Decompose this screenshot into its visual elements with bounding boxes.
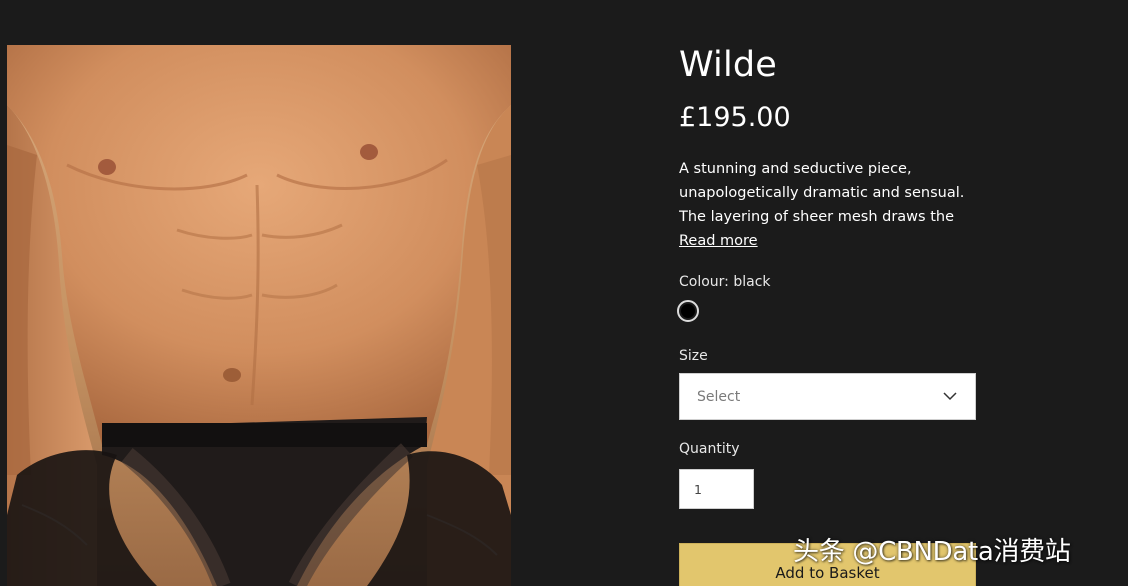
read-more-link[interactable]: Read more	[679, 230, 758, 252]
product-title: Wilde	[679, 45, 778, 85]
colour-swatch-black[interactable]	[677, 300, 699, 322]
chevron-down-icon	[943, 392, 957, 401]
product-price: £195.00	[679, 102, 791, 133]
product-details: Wilde £195.00 A stunning and seductive p…	[677, 0, 979, 586]
quantity-input[interactable]	[679, 469, 754, 509]
quantity-label: Quantity	[679, 441, 740, 457]
size-select-value: Select	[697, 389, 741, 405]
colour-label: Colour: black	[679, 274, 771, 290]
size-select[interactable]: Select	[679, 373, 976, 420]
swatch-fill	[681, 304, 695, 318]
product-image[interactable]	[7, 45, 511, 586]
product-page: Wilde £195.00 A stunning and seductive p…	[0, 0, 1128, 586]
product-description: A stunning and seductive piece, unapolog…	[679, 161, 965, 225]
watermark: 头条 @CBNData消费站	[793, 537, 1071, 567]
product-photo	[7, 45, 511, 586]
size-label: Size	[679, 348, 708, 364]
